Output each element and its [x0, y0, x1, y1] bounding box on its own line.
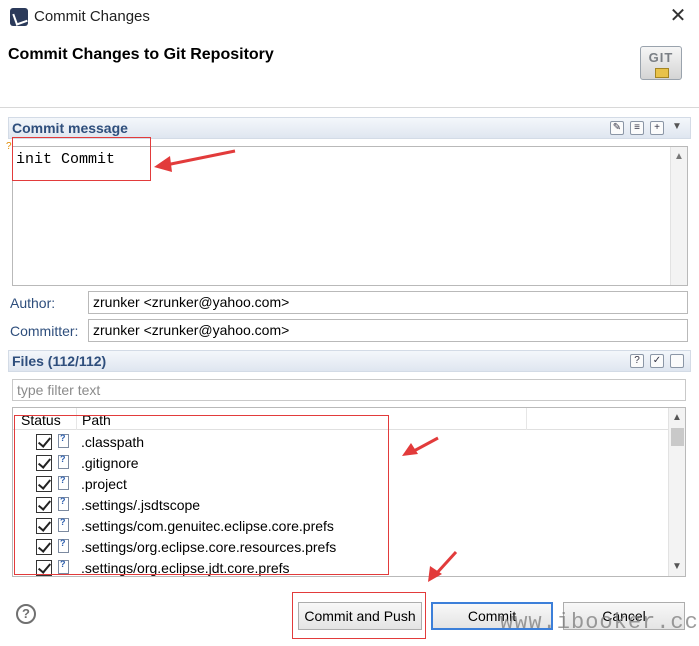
files-header: Files (112/112) ? ✓ — [8, 350, 691, 372]
annotation-arrow-icon — [428, 550, 458, 582]
close-icon[interactable]: ✕ — [667, 5, 689, 27]
annotation-arrow-icon — [154, 149, 236, 172]
files-toolbar: ? ✓ — [630, 354, 684, 368]
window-title: Commit Changes — [34, 8, 150, 25]
files-scrollbar[interactable]: ▲ ▼ — [668, 408, 685, 576]
column-divider[interactable] — [526, 408, 527, 430]
scrollbar-thumb[interactable] — [671, 428, 684, 446]
dialog-banner: Commit Changes to Git Repository GIT — [0, 34, 699, 108]
eclipse-app-icon — [10, 8, 28, 26]
author-label: Author: — [10, 295, 56, 311]
watermark-text: www.ibooker.cc — [500, 610, 699, 635]
commit-message-toolbar: ✎ ≡ + ▼ — [610, 121, 684, 135]
content-assist-marker-icon: ? — [6, 141, 12, 152]
scroll-up-icon[interactable]: ▲ — [674, 151, 684, 162]
select-all-icon[interactable]: ✓ — [650, 354, 664, 368]
spell-check-icon[interactable]: ✎ — [610, 121, 624, 135]
format-icon[interactable]: ≡ — [630, 121, 644, 135]
annotation-box — [292, 592, 426, 639]
commit-message-label: Commit message — [12, 120, 128, 136]
annotation-box — [12, 137, 151, 181]
file-filter-input[interactable]: type filter text — [12, 379, 686, 401]
show-untracked-icon[interactable]: ? — [630, 354, 644, 368]
git-logo-icon: GIT — [640, 46, 682, 80]
commit-message-header: Commit message ✎ ≡ + ▼ — [8, 117, 691, 139]
deselect-all-icon[interactable] — [670, 354, 684, 368]
annotation-arrow-icon — [402, 436, 439, 456]
add-signed-off-icon[interactable]: + — [650, 121, 664, 135]
scroll-down-icon[interactable]: ▼ — [672, 561, 682, 572]
menu-dropdown-icon[interactable]: ▼ — [670, 121, 684, 135]
committer-field[interactable]: zrunker <zrunker@yahoo.com> — [88, 319, 688, 342]
author-field[interactable]: zrunker <zrunker@yahoo.com> — [88, 291, 688, 314]
files-label: Files (112/112) — [12, 353, 107, 369]
title-bar: Commit Changes ✕ — [0, 0, 699, 34]
help-icon[interactable]: ? — [16, 604, 36, 624]
commit-message-scrollbar[interactable]: ▲ — [670, 147, 687, 285]
scroll-up-icon[interactable]: ▲ — [672, 412, 682, 423]
annotation-box — [14, 415, 389, 575]
committer-label: Committer: — [10, 323, 79, 339]
dialog-heading: Commit Changes to Git Repository — [8, 46, 274, 63]
